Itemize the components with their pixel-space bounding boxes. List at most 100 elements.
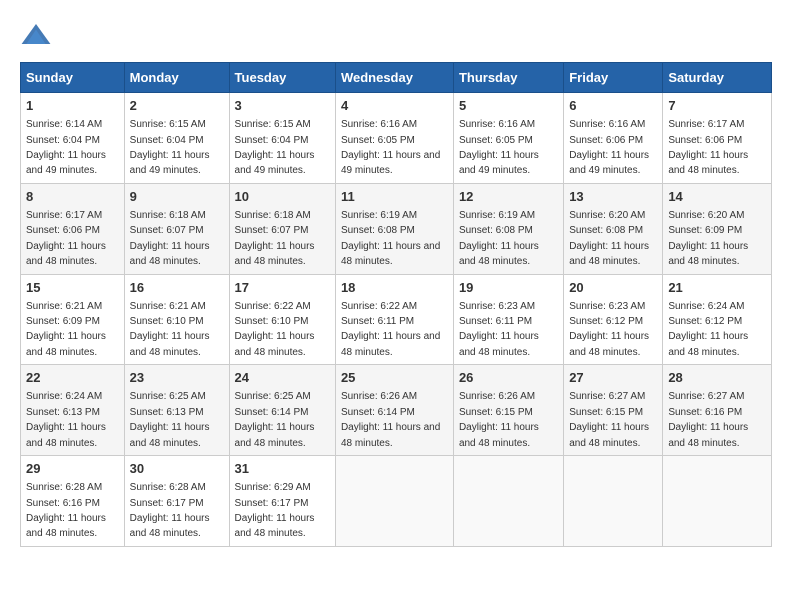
day-info: Sunrise: 6:28 AMSunset: 6:16 PMDaylight:… — [26, 482, 106, 539]
calendar-day-cell — [453, 456, 563, 547]
calendar-week-row: 8 Sunrise: 6:17 AMSunset: 6:06 PMDayligh… — [21, 183, 772, 274]
day-info: Sunrise: 6:17 AMSunset: 6:06 PMDaylight:… — [26, 210, 106, 267]
day-info: Sunrise: 6:23 AMSunset: 6:11 PMDaylight:… — [459, 301, 539, 358]
calendar-day-cell: 8 Sunrise: 6:17 AMSunset: 6:06 PMDayligh… — [21, 183, 125, 274]
calendar-day-cell: 17 Sunrise: 6:22 AMSunset: 6:10 PMDaylig… — [229, 274, 335, 365]
day-number: 1 — [26, 97, 119, 115]
day-number: 20 — [569, 279, 657, 297]
day-number: 7 — [668, 97, 766, 115]
day-info: Sunrise: 6:23 AMSunset: 6:12 PMDaylight:… — [569, 301, 649, 358]
day-info: Sunrise: 6:24 AMSunset: 6:12 PMDaylight:… — [668, 301, 748, 358]
day-number: 12 — [459, 188, 558, 206]
day-number: 10 — [235, 188, 330, 206]
logo-icon — [20, 20, 52, 52]
calendar-day-cell: 13 Sunrise: 6:20 AMSunset: 6:08 PMDaylig… — [564, 183, 663, 274]
calendar-table: SundayMondayTuesdayWednesdayThursdayFrid… — [20, 62, 772, 547]
calendar-day-cell: 19 Sunrise: 6:23 AMSunset: 6:11 PMDaylig… — [453, 274, 563, 365]
calendar-day-cell: 26 Sunrise: 6:26 AMSunset: 6:15 PMDaylig… — [453, 365, 563, 456]
weekday-header: Monday — [124, 63, 229, 93]
day-info: Sunrise: 6:27 AMSunset: 6:16 PMDaylight:… — [668, 391, 748, 448]
calendar-day-cell: 18 Sunrise: 6:22 AMSunset: 6:11 PMDaylig… — [335, 274, 453, 365]
day-info: Sunrise: 6:21 AMSunset: 6:09 PMDaylight:… — [26, 301, 106, 358]
calendar-week-row: 1 Sunrise: 6:14 AMSunset: 6:04 PMDayligh… — [21, 93, 772, 184]
calendar-day-cell: 29 Sunrise: 6:28 AMSunset: 6:16 PMDaylig… — [21, 456, 125, 547]
day-number: 17 — [235, 279, 330, 297]
day-info: Sunrise: 6:18 AMSunset: 6:07 PMDaylight:… — [130, 210, 210, 267]
day-info: Sunrise: 6:15 AMSunset: 6:04 PMDaylight:… — [130, 119, 210, 176]
day-number: 13 — [569, 188, 657, 206]
calendar-day-cell: 3 Sunrise: 6:15 AMSunset: 6:04 PMDayligh… — [229, 93, 335, 184]
calendar-week-row: 15 Sunrise: 6:21 AMSunset: 6:09 PMDaylig… — [21, 274, 772, 365]
day-number: 18 — [341, 279, 448, 297]
weekday-header: Friday — [564, 63, 663, 93]
calendar-day-cell: 4 Sunrise: 6:16 AMSunset: 6:05 PMDayligh… — [335, 93, 453, 184]
calendar-day-cell: 22 Sunrise: 6:24 AMSunset: 6:13 PMDaylig… — [21, 365, 125, 456]
weekday-header: Thursday — [453, 63, 563, 93]
day-number: 23 — [130, 369, 224, 387]
day-number: 3 — [235, 97, 330, 115]
calendar-day-cell: 6 Sunrise: 6:16 AMSunset: 6:06 PMDayligh… — [564, 93, 663, 184]
day-info: Sunrise: 6:19 AMSunset: 6:08 PMDaylight:… — [341, 210, 440, 267]
day-info: Sunrise: 6:22 AMSunset: 6:10 PMDaylight:… — [235, 301, 315, 358]
calendar-header: SundayMondayTuesdayWednesdayThursdayFrid… — [21, 63, 772, 93]
calendar-day-cell: 5 Sunrise: 6:16 AMSunset: 6:05 PMDayligh… — [453, 93, 563, 184]
day-number: 19 — [459, 279, 558, 297]
calendar-day-cell: 28 Sunrise: 6:27 AMSunset: 6:16 PMDaylig… — [663, 365, 772, 456]
day-info: Sunrise: 6:25 AMSunset: 6:13 PMDaylight:… — [130, 391, 210, 448]
calendar-day-cell — [564, 456, 663, 547]
weekday-header: Tuesday — [229, 63, 335, 93]
weekday-header: Saturday — [663, 63, 772, 93]
day-info: Sunrise: 6:15 AMSunset: 6:04 PMDaylight:… — [235, 119, 315, 176]
calendar-week-row: 29 Sunrise: 6:28 AMSunset: 6:16 PMDaylig… — [21, 456, 772, 547]
day-info: Sunrise: 6:16 AMSunset: 6:05 PMDaylight:… — [341, 119, 440, 176]
day-number: 24 — [235, 369, 330, 387]
day-number: 29 — [26, 460, 119, 478]
calendar-day-cell: 24 Sunrise: 6:25 AMSunset: 6:14 PMDaylig… — [229, 365, 335, 456]
calendar-day-cell — [335, 456, 453, 547]
day-info: Sunrise: 6:22 AMSunset: 6:11 PMDaylight:… — [341, 301, 440, 358]
day-info: Sunrise: 6:16 AMSunset: 6:05 PMDaylight:… — [459, 119, 539, 176]
day-info: Sunrise: 6:26 AMSunset: 6:14 PMDaylight:… — [341, 391, 440, 448]
day-number: 16 — [130, 279, 224, 297]
header-row: SundayMondayTuesdayWednesdayThursdayFrid… — [21, 63, 772, 93]
day-info: Sunrise: 6:29 AMSunset: 6:17 PMDaylight:… — [235, 482, 315, 539]
day-info: Sunrise: 6:20 AMSunset: 6:09 PMDaylight:… — [668, 210, 748, 267]
day-number: 4 — [341, 97, 448, 115]
calendar-day-cell: 11 Sunrise: 6:19 AMSunset: 6:08 PMDaylig… — [335, 183, 453, 274]
calendar-day-cell: 14 Sunrise: 6:20 AMSunset: 6:09 PMDaylig… — [663, 183, 772, 274]
day-info: Sunrise: 6:21 AMSunset: 6:10 PMDaylight:… — [130, 301, 210, 358]
day-info: Sunrise: 6:17 AMSunset: 6:06 PMDaylight:… — [668, 119, 748, 176]
day-number: 11 — [341, 188, 448, 206]
calendar-body: 1 Sunrise: 6:14 AMSunset: 6:04 PMDayligh… — [21, 93, 772, 547]
calendar-day-cell: 9 Sunrise: 6:18 AMSunset: 6:07 PMDayligh… — [124, 183, 229, 274]
day-info: Sunrise: 6:25 AMSunset: 6:14 PMDaylight:… — [235, 391, 315, 448]
day-info: Sunrise: 6:26 AMSunset: 6:15 PMDaylight:… — [459, 391, 539, 448]
day-number: 26 — [459, 369, 558, 387]
weekday-header: Sunday — [21, 63, 125, 93]
day-info: Sunrise: 6:19 AMSunset: 6:08 PMDaylight:… — [459, 210, 539, 267]
day-number: 6 — [569, 97, 657, 115]
day-number: 14 — [668, 188, 766, 206]
day-number: 5 — [459, 97, 558, 115]
day-number: 30 — [130, 460, 224, 478]
day-number: 28 — [668, 369, 766, 387]
day-number: 27 — [569, 369, 657, 387]
day-info: Sunrise: 6:16 AMSunset: 6:06 PMDaylight:… — [569, 119, 649, 176]
calendar-day-cell: 15 Sunrise: 6:21 AMSunset: 6:09 PMDaylig… — [21, 274, 125, 365]
day-info: Sunrise: 6:14 AMSunset: 6:04 PMDaylight:… — [26, 119, 106, 176]
page-header — [20, 20, 772, 52]
weekday-header: Wednesday — [335, 63, 453, 93]
calendar-day-cell: 10 Sunrise: 6:18 AMSunset: 6:07 PMDaylig… — [229, 183, 335, 274]
calendar-day-cell: 25 Sunrise: 6:26 AMSunset: 6:14 PMDaylig… — [335, 365, 453, 456]
calendar-day-cell: 30 Sunrise: 6:28 AMSunset: 6:17 PMDaylig… — [124, 456, 229, 547]
day-number: 8 — [26, 188, 119, 206]
day-number: 21 — [668, 279, 766, 297]
logo — [20, 20, 58, 52]
calendar-day-cell: 16 Sunrise: 6:21 AMSunset: 6:10 PMDaylig… — [124, 274, 229, 365]
calendar-day-cell: 31 Sunrise: 6:29 AMSunset: 6:17 PMDaylig… — [229, 456, 335, 547]
day-info: Sunrise: 6:20 AMSunset: 6:08 PMDaylight:… — [569, 210, 649, 267]
day-number: 22 — [26, 369, 119, 387]
calendar-day-cell: 20 Sunrise: 6:23 AMSunset: 6:12 PMDaylig… — [564, 274, 663, 365]
calendar-day-cell: 2 Sunrise: 6:15 AMSunset: 6:04 PMDayligh… — [124, 93, 229, 184]
day-number: 25 — [341, 369, 448, 387]
